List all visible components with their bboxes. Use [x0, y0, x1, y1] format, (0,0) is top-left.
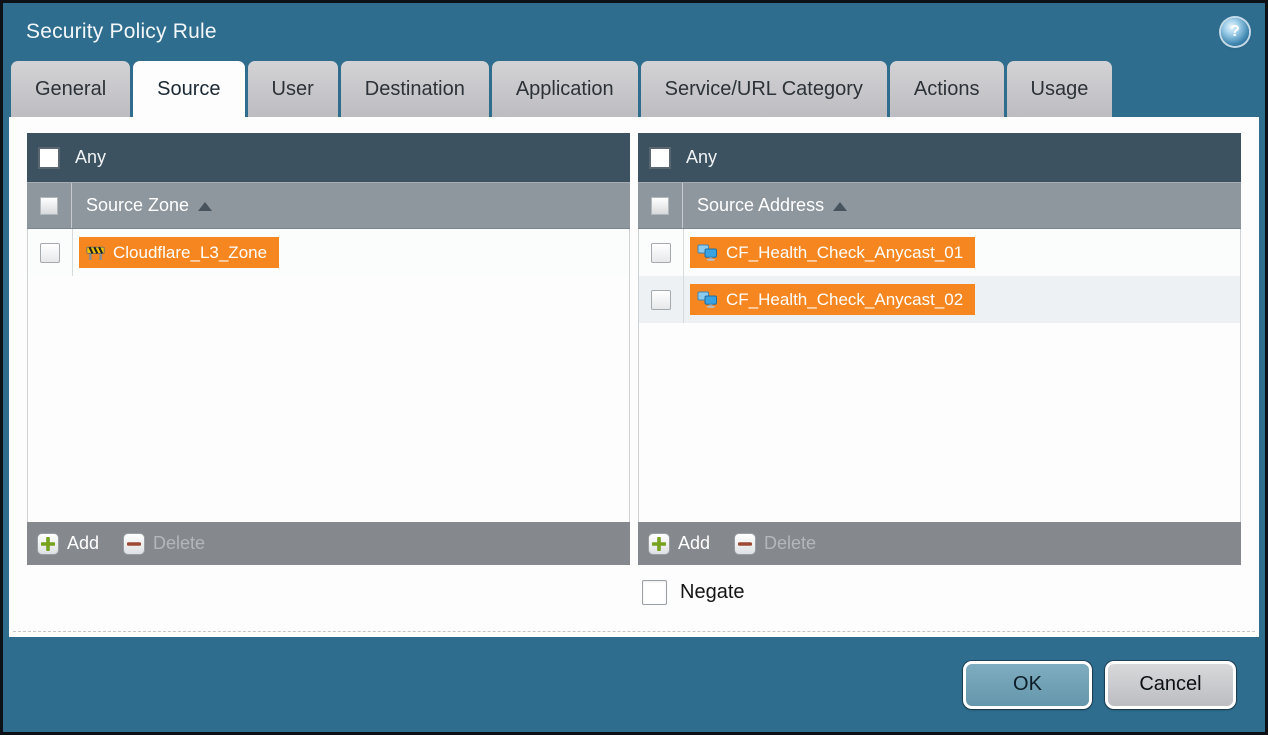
source-zone-any-label: Any [75, 147, 106, 168]
source-zone-add-button[interactable]: Add [37, 533, 99, 555]
tab-bar: General Source User Destination Applicat… [3, 61, 1265, 117]
source-zone-delete-button[interactable]: Delete [123, 533, 205, 555]
address-icon [697, 291, 718, 308]
dialog-title: Security Policy Rule [26, 20, 217, 44]
tab-actions[interactable]: Actions [890, 61, 1004, 117]
source-address-entry-label: CF_Health_Check_Anycast_01 [726, 243, 963, 263]
source-zone-entry-label: Cloudflare_L3_Zone [113, 243, 267, 263]
sort-ascending-icon [198, 202, 212, 211]
source-address-toolbar: Add Delete [638, 522, 1241, 565]
source-zone-column-title: Source Zone [86, 195, 189, 216]
source-address-row-checkbox[interactable] [651, 290, 671, 310]
sort-ascending-icon [833, 202, 847, 211]
negate-label: Negate [680, 581, 745, 604]
source-zone-entry[interactable]: Cloudflare_L3_Zone [79, 237, 279, 268]
tab-source[interactable]: Source [133, 61, 244, 117]
negate-control[interactable]: Negate [638, 580, 745, 605]
ok-button[interactable]: OK [963, 661, 1092, 709]
minus-icon [123, 533, 145, 555]
plus-icon [37, 533, 59, 555]
source-address-entry[interactable]: CF_Health_Check_Anycast_01 [690, 237, 975, 268]
source-address-delete-button[interactable]: Delete [734, 533, 816, 555]
source-address-list: CF_Health_Check_Anycast_01 [638, 229, 1241, 522]
source-zone-any-checkbox[interactable] [38, 147, 60, 169]
source-address-any-bar: Any [638, 133, 1241, 182]
source-address-add-button[interactable]: Add [648, 533, 710, 555]
table-row: CF_Health_Check_Anycast_02 [639, 276, 1240, 323]
dialog-footer: OK Cancel [3, 637, 1265, 732]
help-icon[interactable]: ? [1221, 18, 1249, 46]
source-address-any-checkbox[interactable] [649, 147, 671, 169]
source-address-entry[interactable]: CF_Health_Check_Anycast_02 [690, 284, 975, 315]
delete-label: Delete [153, 533, 205, 554]
plus-icon [648, 533, 670, 555]
negate-checkbox[interactable] [642, 580, 667, 605]
tab-service-url-category[interactable]: Service/URL Category [641, 61, 887, 117]
delete-label: Delete [764, 533, 816, 554]
source-address-column-header[interactable]: Source Address [638, 182, 1241, 229]
source-address-row-checkbox[interactable] [651, 243, 671, 263]
add-label: Add [678, 533, 710, 554]
source-zone-list: Cloudflare_L3_Zone [27, 229, 630, 522]
source-zone-panel: Any Source Zone [27, 133, 630, 565]
minus-icon [734, 533, 756, 555]
security-policy-rule-dialog: Security Policy Rule ? General Source Us… [0, 0, 1268, 735]
source-address-entry-label: CF_Health_Check_Anycast_02 [726, 290, 963, 310]
source-zone-row-checkbox[interactable] [40, 243, 60, 263]
cancel-button[interactable]: Cancel [1105, 661, 1236, 709]
table-row: Cloudflare_L3_Zone [28, 229, 629, 276]
zone-icon [86, 245, 105, 261]
title-bar: Security Policy Rule ? [3, 3, 1265, 61]
source-address-column-title: Source Address [697, 195, 824, 216]
source-address-panel: Any Source Address [638, 133, 1241, 565]
source-zone-column-header[interactable]: Source Zone [27, 182, 630, 229]
source-address-any-label: Any [686, 147, 717, 168]
help-glyph: ? [1230, 23, 1240, 41]
source-address-select-all-checkbox[interactable] [651, 197, 669, 215]
tab-general[interactable]: General [11, 61, 130, 117]
tab-usage[interactable]: Usage [1007, 61, 1113, 117]
tab-application[interactable]: Application [492, 61, 638, 117]
add-label: Add [67, 533, 99, 554]
tab-destination[interactable]: Destination [341, 61, 489, 117]
source-zone-select-all-checkbox[interactable] [40, 197, 58, 215]
tab-user[interactable]: User [248, 61, 338, 117]
source-zone-toolbar: Add Delete [27, 522, 630, 565]
table-row: CF_Health_Check_Anycast_01 [639, 229, 1240, 276]
source-zone-any-bar: Any [27, 133, 630, 182]
address-icon [697, 244, 718, 261]
source-tab-content: Any Source Zone [9, 117, 1259, 637]
negate-row: Negate [27, 580, 1241, 605]
